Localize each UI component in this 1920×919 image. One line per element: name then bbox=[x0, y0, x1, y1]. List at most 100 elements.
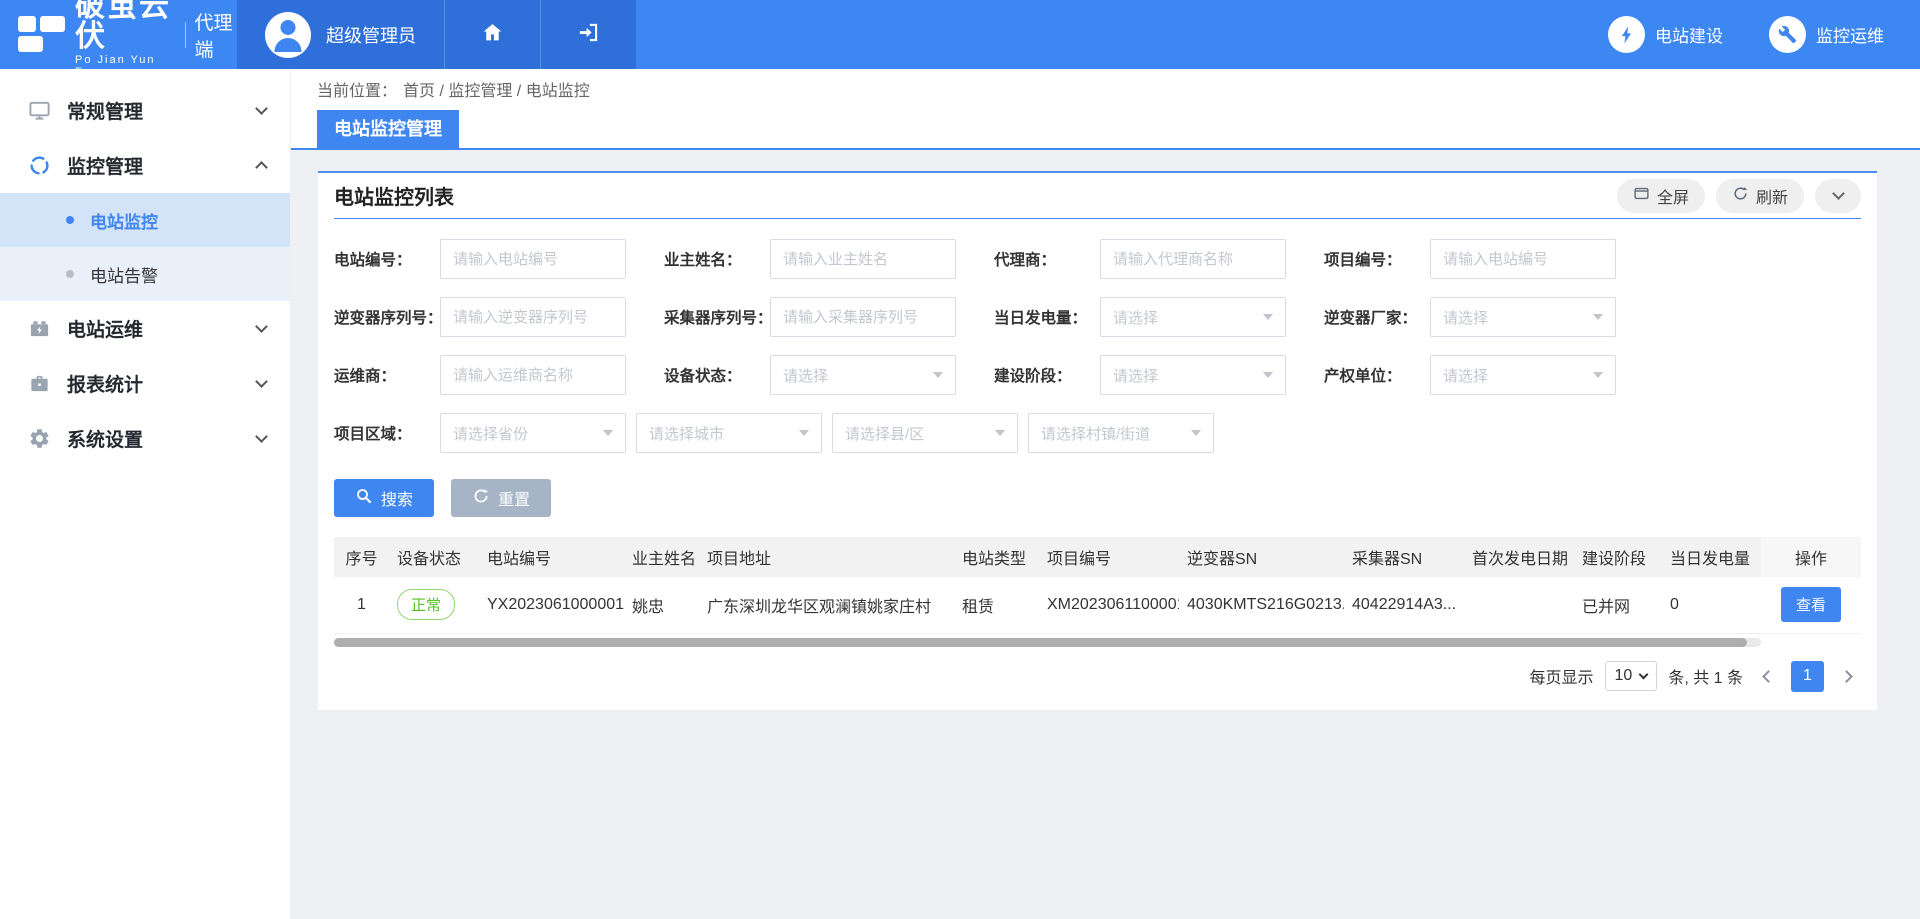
next-page-button[interactable] bbox=[1835, 661, 1861, 691]
brand: 破茧云伏 Po Jian Yun Fu 代理端 bbox=[0, 0, 237, 69]
caret-down-icon bbox=[1263, 372, 1273, 378]
sidebar-item-general[interactable]: 常规管理 bbox=[0, 83, 290, 138]
col-project-no: 项目编号 bbox=[1039, 537, 1179, 577]
col-device-status: 设备状态 bbox=[389, 537, 479, 577]
wrench-icon bbox=[1769, 16, 1806, 53]
prev-page-button[interactable] bbox=[1754, 661, 1780, 691]
network-icon bbox=[26, 154, 52, 177]
caret-down-icon bbox=[799, 430, 809, 436]
build-phase-select[interactable]: 请选择 bbox=[1100, 355, 1286, 395]
refresh-button[interactable]: 刷新 bbox=[1716, 179, 1804, 213]
property-unit-select[interactable]: 请选择 bbox=[1430, 355, 1616, 395]
page-button[interactable]: 1 bbox=[1791, 661, 1824, 692]
briefcase-icon bbox=[26, 372, 52, 395]
collapse-panel-button[interactable] bbox=[1815, 179, 1861, 213]
user-avatar-icon bbox=[265, 12, 311, 58]
chevron-down-icon bbox=[255, 102, 268, 115]
county-select[interactable]: 请选择县/区 bbox=[832, 413, 1018, 453]
filter-label: 电站编号： bbox=[334, 248, 440, 270]
filter-label: 项目编号： bbox=[1324, 248, 1430, 270]
cell-device-status: 正常 bbox=[389, 577, 479, 633]
device-status-select[interactable]: 请选择 bbox=[770, 355, 956, 395]
breadcrumb-label: 当前位置： bbox=[317, 77, 397, 101]
tab-bar: 电站监控管理 bbox=[291, 109, 1920, 150]
scrollbar-thumb[interactable] bbox=[334, 638, 1747, 647]
tab-station-monitor-mgmt[interactable]: 电站监控管理 bbox=[317, 110, 459, 148]
sidebar-item-station-alarm[interactable]: 电站告警 bbox=[0, 247, 290, 301]
filter-label: 代理商： bbox=[994, 248, 1100, 270]
owner-name-input[interactable] bbox=[770, 239, 956, 279]
col-station-type: 电站类型 bbox=[954, 537, 1039, 577]
agent-input[interactable] bbox=[1100, 239, 1286, 279]
panel-title: 电站监控列表 bbox=[334, 181, 454, 210]
town-select[interactable]: 请选择村镇/街道 bbox=[1028, 413, 1214, 453]
filter-label: 设备状态： bbox=[664, 364, 770, 386]
region-filter: 项目区域： 请选择省份 请选择城市 请选择县/区 请选择村镇/街道 bbox=[334, 413, 1861, 453]
sidebar-item-station-ops[interactable]: 电站运维 bbox=[0, 301, 290, 356]
view-button[interactable]: 查看 bbox=[1781, 587, 1841, 622]
filter-field: 设备状态： 请选择 bbox=[664, 355, 956, 395]
city-select[interactable]: 请选择城市 bbox=[636, 413, 822, 453]
gear-icon bbox=[26, 427, 52, 450]
caret-down-icon bbox=[933, 372, 943, 378]
pagination: 每页显示 10 条, 共 1 条 1 bbox=[334, 661, 1861, 692]
province-select[interactable]: 请选择省份 bbox=[440, 413, 626, 453]
om-vendor-input[interactable] bbox=[440, 355, 626, 395]
horizontal-scrollbar[interactable] bbox=[334, 638, 1761, 647]
filter-field: 建设阶段： 请选择 bbox=[994, 355, 1286, 395]
filter-field: 逆变器序列号： bbox=[334, 297, 626, 337]
header-quick-links: 电站建设 监控运维 bbox=[1608, 0, 1920, 69]
caret-down-icon bbox=[1639, 669, 1649, 679]
filter-field: 业主姓名： bbox=[664, 239, 956, 279]
filter-field: 当日发电量： 请选择 bbox=[994, 297, 1286, 337]
filter-actions: 搜索 重置 bbox=[334, 479, 1861, 517]
brand-logo-icon bbox=[18, 16, 65, 54]
sidebar-item-reports[interactable]: 报表统计 bbox=[0, 356, 290, 411]
caret-down-icon bbox=[995, 430, 1005, 436]
refresh-icon bbox=[1732, 185, 1749, 207]
cell-build-phase: 已并网 bbox=[1574, 577, 1662, 633]
filter-field: 代理商： bbox=[994, 239, 1286, 279]
search-button[interactable]: 搜索 bbox=[334, 479, 434, 517]
daily-power-select[interactable]: 请选择 bbox=[1100, 297, 1286, 337]
logout-button[interactable] bbox=[540, 0, 636, 69]
filter-label: 当日发电量： bbox=[994, 306, 1100, 328]
chevron-left-icon bbox=[1762, 670, 1775, 683]
caret-down-icon bbox=[1191, 430, 1201, 436]
monitor-ops-link[interactable]: 监控运维 bbox=[1769, 16, 1884, 53]
reset-button[interactable]: 重置 bbox=[451, 479, 551, 517]
chevron-down-icon bbox=[255, 320, 268, 333]
inverter-sn-input[interactable] bbox=[440, 297, 626, 337]
project-no-input[interactable] bbox=[1430, 239, 1616, 279]
sidebar-item-monitoring[interactable]: 监控管理 bbox=[0, 138, 290, 193]
filter-label: 采集器序列号： bbox=[664, 306, 770, 328]
breadcrumb: 当前位置： 首页 / 监控管理 / 电站监控 bbox=[291, 69, 1920, 109]
col-collector-sn: 采集器SN bbox=[1344, 537, 1464, 577]
cell-address: 广东深圳龙华区观澜镇姚家庄村 bbox=[699, 577, 954, 633]
sidebar-item-station-monitor[interactable]: 电站监控 bbox=[0, 193, 290, 247]
user-menu[interactable]: 超级管理员 bbox=[237, 0, 444, 69]
chevron-down-icon bbox=[1832, 187, 1845, 200]
cell-inverter-sn: 4030KMTS216G0213... bbox=[1179, 577, 1344, 633]
status-badge: 正常 bbox=[397, 589, 455, 620]
inverter-vendor-select[interactable]: 请选择 bbox=[1430, 297, 1616, 337]
col-actions: 操作 bbox=[1761, 537, 1861, 577]
cell-project-no: XM2023061100001 bbox=[1039, 577, 1179, 633]
battery-bolt-icon bbox=[26, 317, 52, 340]
station-no-input[interactable] bbox=[440, 239, 626, 279]
cell-collector-sn: 40422914A3... bbox=[1344, 577, 1464, 633]
collector-sn-input[interactable] bbox=[770, 297, 956, 337]
filter-label: 业主姓名： bbox=[664, 248, 770, 270]
sidebar-item-settings[interactable]: 系统设置 bbox=[0, 411, 290, 466]
breadcrumb-path: 首页 / 监控管理 / 电站监控 bbox=[403, 77, 590, 101]
col-station-no: 电站编号 bbox=[479, 537, 624, 577]
fullscreen-button[interactable]: 全屏 bbox=[1617, 179, 1705, 213]
station-build-link[interactable]: 电站建设 bbox=[1608, 16, 1723, 53]
total-count-label: 条, 共 1 条 bbox=[1668, 664, 1743, 688]
header-user-section: 超级管理员 bbox=[237, 0, 636, 69]
home-button[interactable] bbox=[444, 0, 540, 69]
col-index: 序号 bbox=[334, 537, 389, 577]
page-size-select[interactable]: 10 bbox=[1605, 661, 1658, 691]
content-area: 电站监控列表 全屏 刷新 bbox=[291, 150, 1920, 710]
filter-field: 电站编号： bbox=[334, 239, 626, 279]
